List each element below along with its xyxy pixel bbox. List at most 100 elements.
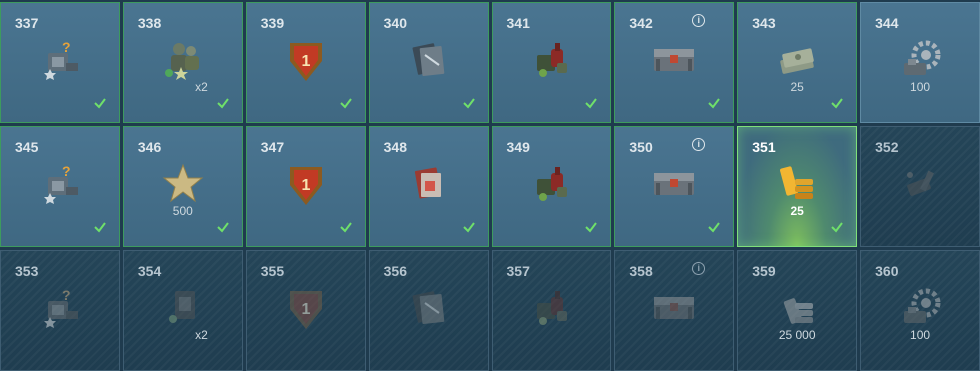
reward-cell[interactable]: 359 25 000 <box>737 250 858 371</box>
documents-icon <box>405 285 453 329</box>
info-icon[interactable]: i <box>692 262 706 275</box>
reward-quantity: 100 <box>910 328 931 342</box>
svg-text:1: 1 <box>301 301 310 318</box>
reward-cell[interactable]: 357 <box>491 250 612 371</box>
reward-cell[interactable]: 356 <box>368 250 489 371</box>
svg-text:?: ? <box>62 287 71 303</box>
crew-book-icon: ? <box>36 37 84 81</box>
gold-bars-icon <box>773 161 821 205</box>
claimed-check-icon <box>94 222 106 233</box>
reward-level-number: 355 <box>260 263 285 279</box>
reward-level-number: 346 <box>137 139 162 155</box>
info-icon[interactable]: i <box>692 14 706 27</box>
svg-text:?: ? <box>62 39 71 55</box>
reward-cell[interactable]: 344 100 <box>860 2 980 123</box>
reward-cell[interactable]: 345 ? <box>0 126 120 247</box>
claimed-check-icon <box>831 222 843 233</box>
medal-badge-icon: 1 <box>282 37 330 81</box>
reward-level-number: 342 <box>629 15 653 31</box>
star-icon <box>159 161 207 205</box>
reward-cell[interactable]: 348 <box>368 126 489 247</box>
reward-level-number: 351 <box>752 139 776 155</box>
reward-cell[interactable]: 354 x2 <box>122 250 243 371</box>
claimed-check-icon <box>708 222 721 233</box>
reward-cell[interactable]: 337 ? <box>0 2 120 123</box>
reward-cell[interactable]: 338 x2 <box>122 2 243 123</box>
claimed-check-icon <box>585 98 598 109</box>
reward-cell[interactable]: 349 <box>491 126 612 247</box>
reward-cell[interactable]: 353 ? <box>0 250 120 371</box>
reward-level-number: 345 <box>15 139 39 155</box>
reward-level-number: 352 <box>875 139 899 155</box>
svg-text:1: 1 <box>301 53 310 70</box>
reward-level-number: 347 <box>260 139 285 155</box>
reward-level-number: 341 <box>506 15 530 31</box>
reward-multiplier: x2 <box>195 80 208 94</box>
claimed-check-icon <box>462 98 475 109</box>
reward-level-number: 360 <box>875 263 899 279</box>
reward-cell[interactable]: 350 i <box>614 126 735 247</box>
gear-machine-icon <box>896 285 944 329</box>
reward-cell[interactable]: 351 25 <box>737 126 858 247</box>
claimed-check-icon <box>217 98 229 109</box>
reward-cell[interactable]: 352 <box>860 126 980 247</box>
reward-level-number: 337 <box>15 15 39 31</box>
reward-level-number: 339 <box>260 15 285 31</box>
red-documents-icon <box>405 161 453 205</box>
reward-track-grid: 337 ? 338 x2 339 1 340 341 342 i 343 25 3 <box>0 0 980 371</box>
claimed-check-icon <box>94 98 106 109</box>
medal-badge-icon: 1 <box>282 161 330 205</box>
claimed-check-icon <box>462 222 475 233</box>
reward-level-number: 343 <box>752 15 776 31</box>
reward-level-number: 357 <box>506 263 530 279</box>
reward-cell[interactable]: 339 1 <box>245 2 366 123</box>
reward-level-number: 350 <box>629 139 653 155</box>
reward-quantity: 100 <box>910 80 931 94</box>
reward-cell[interactable]: 340 <box>368 2 489 123</box>
crew-book-icon: ? <box>36 285 84 329</box>
crew-members-icon <box>159 37 207 81</box>
reward-quantity: 500 <box>172 204 193 218</box>
camo-tool-icon <box>896 161 944 205</box>
reward-level-number: 348 <box>383 139 407 155</box>
svg-text:1: 1 <box>301 177 310 194</box>
loot-crate-icon <box>650 285 698 329</box>
medal-badge-icon: 1 <box>282 285 330 329</box>
reward-cell[interactable]: 342 i <box>614 2 735 123</box>
silver-stack-icon <box>773 285 821 329</box>
supplies-icon <box>527 37 575 81</box>
supplies-icon <box>527 161 575 205</box>
supplies-icon <box>527 285 575 329</box>
reward-quantity: 25 <box>790 204 804 218</box>
loot-crate-icon <box>650 161 698 205</box>
reward-level-number: 338 <box>137 15 162 31</box>
reward-cell[interactable]: 343 25 <box>737 2 858 123</box>
svg-text:?: ? <box>62 163 71 179</box>
credits-stack-icon <box>773 37 821 81</box>
loot-crate-icon <box>650 37 698 81</box>
reward-cell[interactable]: 347 1 <box>245 126 366 247</box>
reward-level-number: 340 <box>383 15 407 31</box>
reward-quantity: 25 000 <box>778 328 816 342</box>
documents-icon <box>405 37 453 81</box>
reward-quantity: 25 <box>790 80 804 94</box>
claimed-check-icon <box>831 98 843 109</box>
reward-level-number: 356 <box>383 263 407 279</box>
claimed-check-icon <box>339 222 352 233</box>
claimed-check-icon <box>339 98 352 109</box>
reward-cell[interactable]: 360 100 <box>860 250 980 371</box>
reward-level-number: 359 <box>752 263 776 279</box>
reward-cell[interactable]: 355 1 <box>245 250 366 371</box>
gear-machine-icon <box>896 37 944 81</box>
reward-cell[interactable]: 341 <box>491 2 612 123</box>
claimed-check-icon <box>217 222 229 233</box>
reward-level-number: 358 <box>629 263 653 279</box>
reward-level-number: 349 <box>506 139 530 155</box>
info-icon[interactable]: i <box>692 138 706 151</box>
reward-multiplier: x2 <box>195 328 208 342</box>
reward-cell[interactable]: 346 500 <box>122 126 243 247</box>
crew-card-icon <box>159 285 207 329</box>
reward-level-number: 354 <box>137 263 162 279</box>
reward-cell[interactable]: 358 i <box>614 250 735 371</box>
claimed-check-icon <box>585 222 598 233</box>
